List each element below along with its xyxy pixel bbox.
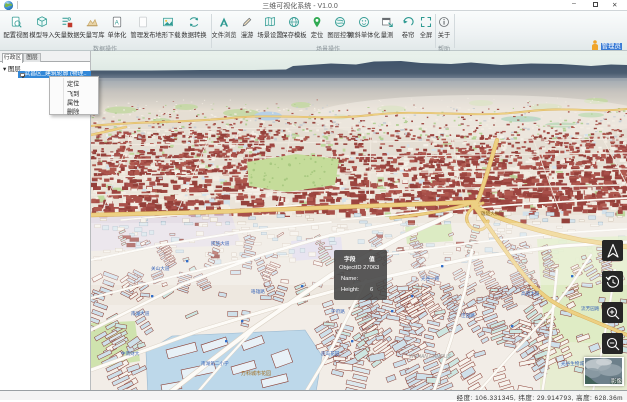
svg-text:光谷一路: 光谷一路	[421, 275, 440, 282]
svg-text:南湖第二小学: 南湖第二小学	[201, 360, 229, 367]
svg-text:光谷生物城: 光谷生物城	[561, 360, 584, 367]
svg-text:万科城市花园: 万科城市花园	[241, 370, 271, 377]
svg-text:丽岛花园: 丽岛花园	[321, 350, 340, 357]
svg-text:民族大道: 民族大道	[211, 240, 230, 247]
svg-text:雄楚大街: 雄楚大街	[481, 210, 500, 217]
svg-text:关山大道: 关山大道	[151, 265, 170, 272]
svg-text:学府路: 学府路	[331, 308, 345, 315]
svg-text:WUHAN CAMPUS: WUHAN CAMPUS	[409, 354, 451, 360]
svg-text:佳园路: 佳园路	[461, 312, 475, 319]
svg-text:A: A	[115, 20, 119, 26]
svg-text:中南财大: 中南财大	[121, 350, 140, 357]
svg-text:高新大道: 高新大道	[521, 290, 540, 297]
svg-text:流芳园路: 流芳园路	[581, 305, 600, 312]
svg-text:珞雄路: 珞雄路	[251, 288, 265, 295]
svg-text:南湖大道: 南湖大道	[131, 310, 150, 317]
